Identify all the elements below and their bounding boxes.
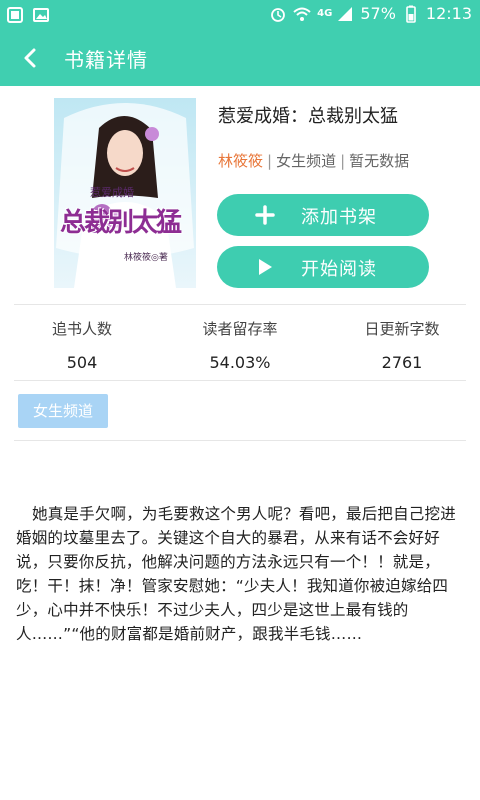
book-meta: 林筱筱 | 女生频道 | 暂无数据 [218,150,409,171]
app-bar: 书籍详情 [0,30,480,86]
stat-value: 2761 [381,353,423,372]
notification-icon [7,7,23,23]
start-reading-button[interactable]: 开始阅读 [217,246,429,288]
cover-author-text: 林筱筱◎著 [124,253,168,263]
cover-top-text: 惹爱成婚 [90,186,134,199]
book-description: 她真是手欠啊，为毛要救这个男人呢？看吧，最后把自己挖进婚姻的坟墓里去了。关键这个… [16,505,456,643]
page-title: 书籍详情 [64,48,148,72]
channel-tag[interactable]: 女生频道 [18,394,108,428]
clock: 12:13 [425,4,472,23]
book-title: 惹爱成婚：总裁别太猛 [218,106,398,127]
add-to-shelf-button[interactable]: 添加书架 [217,194,429,236]
status-left [6,6,50,24]
stat-label: 读者留存率 [202,320,278,338]
add-to-shelf-label: 添加书架 [301,207,377,228]
back-button[interactable] [10,38,50,78]
chevron-left-icon [24,48,36,68]
battery-percent: 57% [360,4,396,23]
stat-value: 54.03% [209,353,271,372]
stat-label: 追书人数 [51,320,112,338]
book-status: 暂无数据 [349,152,410,170]
stat-retention: 读者留存率 54.03% [160,318,320,372]
start-reading-label: 开始阅读 [301,259,377,280]
stat-value: 504 [66,353,98,372]
book-author[interactable]: 林筱筱 [218,152,263,170]
stat-followers: 追书人数 504 [2,318,162,372]
signal-icon [338,6,353,21]
stat-label: 日更新字数 [364,320,440,338]
image-icon [33,8,49,22]
play-icon [259,259,272,275]
network-type: 4G [317,8,333,19]
plus-icon [255,205,275,225]
divider [14,304,466,305]
cover-main-text: 总裁别太猛 [60,208,182,238]
wifi-icon [293,7,311,21]
meta-separator: | [267,152,273,170]
divider [14,440,466,441]
divider [14,380,466,381]
book-cover[interactable]: 惹爱成婚 总裁别太猛 林筱筱◎著 [54,98,196,288]
meta-separator: | [340,152,346,170]
alarm-icon [271,7,286,22]
status-bar: 4G 57% 12:13 [0,0,480,30]
stat-daily-words: 日更新字数 2761 [322,318,480,372]
status-right: 4G 57% 12:13 [269,4,472,23]
book-channel: 女生频道 [276,152,337,170]
battery-icon [406,5,416,23]
